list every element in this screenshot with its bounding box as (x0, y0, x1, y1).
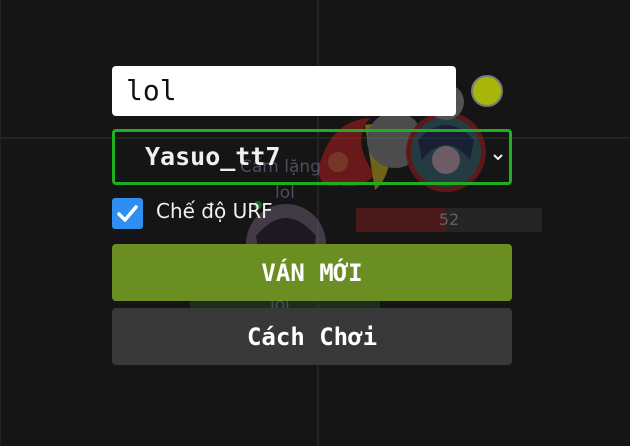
player-color-swatch[interactable] (471, 75, 503, 107)
champion-select[interactable]: Yasuo_tt7 (112, 129, 512, 185)
check-icon (117, 205, 138, 222)
player-name-label: lol (275, 183, 295, 203)
enemy-hpbar: 52 (356, 208, 542, 232)
new-game-button[interactable]: VÁN MỚI (112, 244, 512, 301)
chevron-down-icon (493, 154, 503, 161)
urf-mode-label[interactable]: Chế độ URF (156, 199, 273, 223)
player-name-input[interactable] (112, 66, 456, 116)
champion-select-value: Yasuo_tt7 (145, 142, 281, 171)
how-to-play-button[interactable]: Cách Chơi (112, 308, 512, 365)
enemy-hp-value: 52 (438, 210, 460, 229)
urf-mode-checkbox[interactable] (112, 198, 143, 229)
